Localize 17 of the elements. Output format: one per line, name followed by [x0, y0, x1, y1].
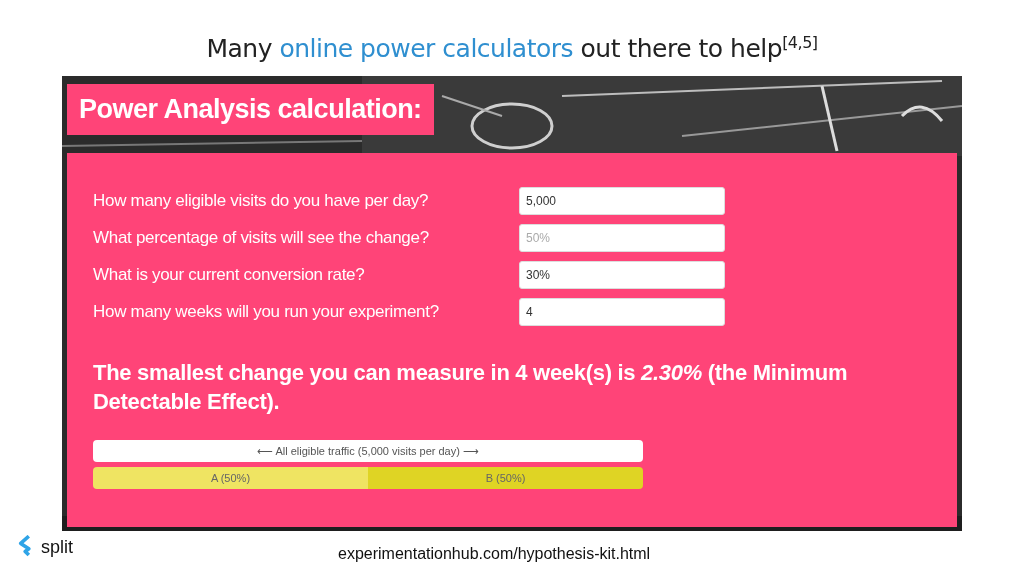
slide-title: Many online power calculators out there to help$^{[4,5]}$: [206, 32, 818, 66]
input-field[interactable]: 5,000: [519, 187, 725, 216]
link[interactable]: online power calculators: [279, 34, 574, 64]
source-url: experimentationhub.com/hypothesis-kit.html: [338, 545, 651, 564]
field-label: What percentage of visits will see the change?: [93, 228, 430, 249]
input-field[interactable]: 30%: [519, 261, 725, 290]
field-label: How many weeks will you run your experiment?: [93, 302, 440, 323]
field-label: How many eligible visits do you have per day?: [93, 191, 430, 212]
result-text: The smallest change you can measure in 4 week(s) is 2.30% (the Minimum Detectable Effect).: [93, 359, 849, 417]
input-field[interactable]: 50%: [519, 224, 725, 253]
calculator-heading: Power Analysis calculation:: [67, 84, 434, 136]
split-segment: B (50%): [368, 467, 643, 490]
traffic-bar: ⟵ All eligible traffic (5,000 visits per day) ⟶: [93, 440, 643, 463]
logo-text: split: [41, 536, 73, 558]
split-segment: A (50%): [93, 467, 368, 490]
field-label: What is your current conversion rate?: [93, 265, 366, 286]
input-field[interactable]: 4: [519, 298, 725, 327]
